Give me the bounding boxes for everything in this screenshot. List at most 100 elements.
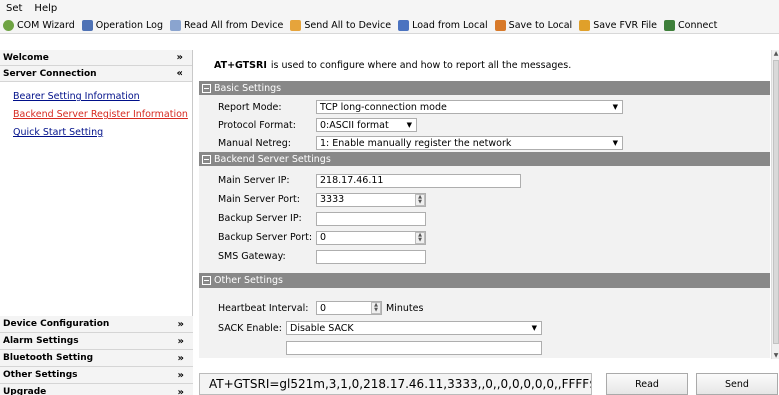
read-button[interactable]: Read [606, 373, 688, 395]
report-mode-label: Report Mode: [218, 101, 282, 113]
nav-upgrade-header[interactable]: Upgrade » [0, 384, 193, 395]
save-local-button[interactable]: Save to Local [494, 19, 573, 31]
report-mode-value: TCP long-connection mode [320, 101, 447, 113]
com-wizard-label: COM Wizard [17, 19, 75, 31]
nav-link-quick-start[interactable]: Quick Start Setting [0, 127, 192, 138]
spinner-arrows-icon[interactable]: ▲ ▼ [415, 231, 425, 244]
save-fvr-button[interactable]: Save FVR File [579, 19, 658, 31]
manual-netreg-label: Manual Netreg: [218, 137, 291, 149]
manual-netreg-select[interactable]: 1: Enable manually register the network … [316, 136, 623, 150]
load-local-button[interactable]: Load from Local [398, 19, 488, 31]
scrollbar-thumb[interactable] [773, 60, 779, 344]
basic-settings-section: Report Mode: TCP long-connection mode ▼ … [199, 95, 770, 152]
protocol-format-value: 0:ASCII format [320, 119, 389, 131]
backend-server-settings-header[interactable]: Backend Server Settings [199, 152, 770, 166]
backend-server-settings-title: Backend Server Settings [214, 153, 331, 165]
nav-welcome-header[interactable]: Welcome » [0, 50, 192, 66]
main-server-port-input[interactable]: 3333 [316, 192, 426, 207]
heartbeat-interval-row: Heartbeat Interval: 0 ▲ ▼ Minutes [199, 298, 770, 318]
other-settings-header[interactable]: Other Settings [199, 273, 770, 288]
collapse-icon [202, 83, 211, 93]
scroll-up-arrow-icon[interactable]: ▲ [772, 50, 779, 57]
save-fvr-label: Save FVR File [593, 19, 658, 31]
chevron-expand-icon: » [177, 318, 184, 330]
read-all-icon [170, 19, 181, 31]
nav-link-bearer-setting[interactable]: Bearer Setting Information [0, 91, 192, 102]
report-mode-row: Report Mode: TCP long-connection mode ▼ [199, 98, 770, 116]
chevron-collapse-icon: « [176, 68, 183, 79]
backup-server-port-stepper[interactable]: 0 ▲ ▼ [316, 230, 426, 245]
sms-gateway-label: SMS Gateway: [218, 251, 286, 262]
main-server-ip-row: Main Server IP: 218.17.46.11 [199, 171, 770, 190]
dropdown-arrow-icon: ▼ [406, 121, 412, 129]
sack-enable-value: Disable SACK [290, 322, 354, 334]
nav-device-configuration-header[interactable]: Device Configuration » [0, 316, 193, 333]
nav-bluetooth-setting-header[interactable]: Bluetooth Setting » [0, 350, 193, 367]
spinner-arrows-icon[interactable]: ▲ ▼ [415, 193, 425, 206]
read-all-button[interactable]: Read All from Device [170, 19, 284, 31]
collapse-icon [202, 154, 211, 164]
protocol-format-select[interactable]: 0:ASCII format ▼ [316, 118, 417, 132]
send-button[interactable]: Send [696, 373, 778, 395]
command-bar: AT+GTSRI=gl521m,3,1,0,218.17.46.11,3333,… [199, 373, 779, 395]
protocol-format-row: Protocol Format: 0:ASCII format ▼ [199, 116, 770, 134]
menu-set[interactable]: Set [6, 3, 22, 14]
com-wizard-icon [3, 19, 14, 31]
partial-hidden-field[interactable] [286, 341, 542, 355]
main-server-ip-label: Main Server IP: [218, 175, 290, 186]
basic-settings-header[interactable]: Basic Settings [199, 81, 770, 95]
send-all-icon [290, 19, 302, 31]
nav-other-settings-header[interactable]: Other Settings » [0, 367, 193, 384]
scroll-down-arrow-icon[interactable]: ▼ [772, 352, 779, 359]
nav-other-settings-label: Other Settings [3, 370, 78, 380]
report-mode-select[interactable]: TCP long-connection mode ▼ [316, 100, 623, 114]
chevron-expand-icon: » [177, 335, 184, 347]
nav-server-connection-links: Bearer Setting Information Backend Serve… [0, 82, 192, 316]
sms-gateway-input[interactable] [316, 249, 426, 264]
heartbeat-interval-label: Heartbeat Interval: [218, 302, 309, 314]
collapse-icon [202, 276, 211, 285]
heartbeat-interval-stepper[interactable]: 0 ▲ ▼ [316, 301, 382, 315]
backup-server-port-input[interactable]: 0 [316, 230, 426, 245]
connect-icon [664, 19, 676, 31]
main-server-port-label: Main Server Port: [218, 194, 300, 205]
main-server-port-stepper[interactable]: 3333 ▲ ▼ [316, 192, 426, 207]
nav-link-backend-server-register[interactable]: Backend Server Register Information [0, 109, 192, 120]
save-local-label: Save to Local [508, 19, 573, 31]
sack-enable-select[interactable]: Disable SACK ▼ [286, 321, 542, 335]
main-scrollbar[interactable]: ▲ ▼ [771, 50, 779, 359]
read-all-label: Read All from Device [184, 19, 284, 31]
main-panel: AT+GTSRI is used to configure where and … [199, 50, 770, 359]
nav-upgrade-label: Upgrade [3, 387, 47, 395]
menu-bar: Set Help [0, 0, 779, 17]
manual-netreg-value: 1: Enable manually register the network [320, 137, 512, 149]
sack-enable-row: SACK Enable: Disable SACK ▼ [199, 318, 770, 338]
backup-server-port-label: Backup Server Port: [218, 232, 313, 243]
chevron-expand-icon: » [177, 352, 184, 364]
nav-welcome-label: Welcome [3, 52, 49, 63]
sms-gateway-row: SMS Gateway: [199, 247, 770, 266]
nav-alarm-settings-header[interactable]: Alarm Settings » [0, 333, 193, 350]
protocol-format-label: Protocol Format: [218, 119, 296, 131]
nav-server-connection-header[interactable]: Server Connection « [0, 66, 192, 82]
command-description-text: is used to configure where and how to re… [270, 60, 572, 71]
main-server-ip-input[interactable]: 218.17.46.11 [316, 173, 521, 188]
operation-log-button[interactable]: Operation Log [81, 19, 163, 31]
save-local-icon [494, 19, 506, 31]
other-settings-section: Heartbeat Interval: 0 ▲ ▼ Minutes SACK En… [199, 288, 770, 358]
connect-button[interactable]: Connect [664, 19, 717, 31]
send-all-button[interactable]: Send All to Device [290, 19, 392, 31]
operation-log-icon [81, 19, 93, 31]
sack-enable-label: SACK Enable: [218, 322, 282, 334]
com-wizard-button[interactable]: COM Wizard [3, 19, 75, 31]
dropdown-arrow-icon: ▼ [612, 103, 618, 111]
backup-server-port-row: Backup Server Port: 0 ▲ ▼ [199, 228, 770, 247]
command-string-field[interactable]: AT+GTSRI=gl521m,3,1,0,218.17.46.11,3333,… [199, 373, 592, 395]
spinner-arrows-icon[interactable]: ▲ ▼ [371, 302, 381, 314]
send-all-label: Send All to Device [304, 19, 392, 31]
menu-help[interactable]: Help [34, 3, 57, 14]
backup-server-ip-input[interactable] [316, 211, 426, 226]
main-server-port-row: Main Server Port: 3333 ▲ ▼ [199, 190, 770, 209]
nav-alarm-settings-label: Alarm Settings [3, 336, 79, 346]
partial-hidden-row [199, 338, 770, 358]
